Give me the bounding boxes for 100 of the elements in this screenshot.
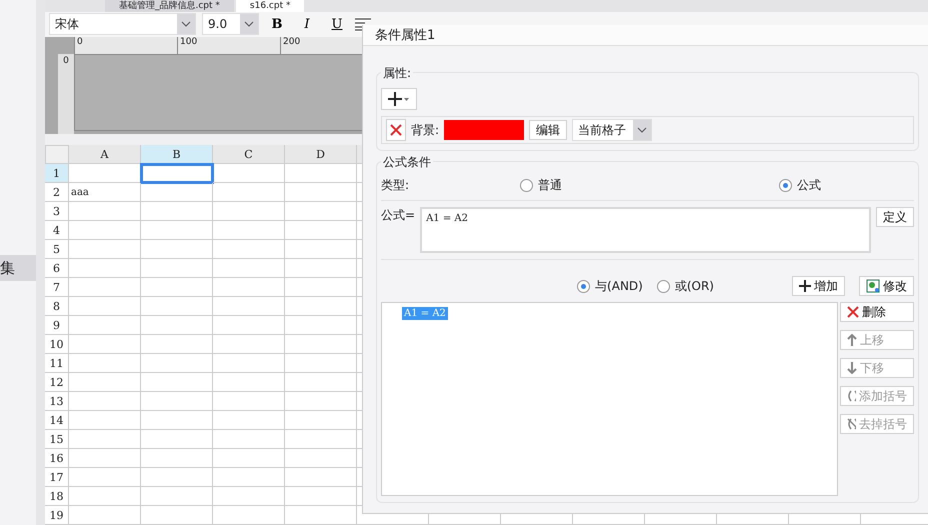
row-header[interactable]: 8 <box>45 297 69 316</box>
table-cell[interactable] <box>69 335 141 354</box>
table-cell[interactable] <box>141 430 213 449</box>
row-header[interactable]: 11 <box>45 354 69 373</box>
table-cell[interactable] <box>213 335 285 354</box>
column-header[interactable]: A <box>69 145 141 164</box>
table-cell[interactable] <box>285 183 357 202</box>
table-cell[interactable] <box>69 259 141 278</box>
table-cell[interactable] <box>213 202 285 221</box>
row-header[interactable]: 4 <box>45 221 69 240</box>
table-cell[interactable] <box>141 392 213 411</box>
table-cell[interactable] <box>69 278 141 297</box>
table-cell[interactable] <box>213 354 285 373</box>
table-cell[interactable] <box>213 259 285 278</box>
define-button[interactable]: 定义 <box>876 207 914 227</box>
table-cell[interactable] <box>69 316 141 335</box>
column-header[interactable]: D <box>285 145 357 164</box>
table-cell[interactable] <box>285 164 357 183</box>
table-cell[interactable] <box>69 411 141 430</box>
table-cell[interactable] <box>141 468 213 487</box>
table-cell[interactable] <box>285 411 357 430</box>
row-header[interactable]: 1 <box>45 164 69 183</box>
logic-radio[interactable]: 或(OR) <box>656 278 714 294</box>
row-header[interactable]: 5 <box>45 240 69 259</box>
file-tab[interactable]: s16.cpt * <box>236 0 304 12</box>
table-cell[interactable] <box>69 297 141 316</box>
table-cell[interactable] <box>141 449 213 468</box>
table-cell[interactable] <box>285 468 357 487</box>
font-size-select[interactable]: 9.0 <box>202 13 259 36</box>
table-cell[interactable] <box>69 487 141 506</box>
table-cell[interactable] <box>213 392 285 411</box>
table-cell[interactable] <box>141 183 213 202</box>
table-cell[interactable] <box>69 221 141 240</box>
table-cell[interactable] <box>285 373 357 392</box>
table-cell[interactable] <box>141 373 213 392</box>
table-cell[interactable] <box>213 240 285 259</box>
table-cell[interactable] <box>69 240 141 259</box>
row-header[interactable]: 14 <box>45 411 69 430</box>
table-cell[interactable] <box>285 202 357 221</box>
table-cell[interactable] <box>69 468 141 487</box>
table-cell[interactable] <box>141 506 213 525</box>
row-header[interactable]: 9 <box>45 316 69 335</box>
row-header[interactable]: 17 <box>45 468 69 487</box>
table-cell[interactable] <box>285 392 357 411</box>
delete-button[interactable]: 删除 <box>840 302 914 322</box>
table-cell[interactable] <box>141 240 213 259</box>
selected-cell[interactable] <box>141 164 213 183</box>
row-header[interactable]: 13 <box>45 392 69 411</box>
table-cell[interactable] <box>213 411 285 430</box>
table-cell[interactable] <box>285 316 357 335</box>
row-header[interactable]: 16 <box>45 449 69 468</box>
type-radio[interactable]: 公式 <box>779 177 821 194</box>
sidebar-item[interactable]: 集 <box>0 255 36 281</box>
row-header[interactable]: 12 <box>45 373 69 392</box>
table-cell[interactable] <box>141 202 213 221</box>
table-cell[interactable] <box>213 487 285 506</box>
table-cell[interactable] <box>285 430 357 449</box>
table-cell[interactable] <box>141 297 213 316</box>
table-cell[interactable] <box>69 392 141 411</box>
row-header[interactable]: 6 <box>45 259 69 278</box>
column-header[interactable]: B <box>141 145 213 164</box>
table-cell[interactable] <box>69 449 141 468</box>
table-cell[interactable] <box>285 240 357 259</box>
add-button[interactable]: 增加 <box>792 276 845 296</box>
column-header[interactable]: C <box>213 145 285 164</box>
table-cell[interactable] <box>141 411 213 430</box>
table-cell[interactable]: aaa <box>69 183 141 202</box>
table-cell[interactable] <box>141 221 213 240</box>
table-cell[interactable] <box>285 506 357 525</box>
italic-button[interactable]: I <box>295 13 319 36</box>
modify-button[interactable]: 修改 <box>859 276 914 296</box>
remove-button[interactable] <box>386 119 406 141</box>
table-cell[interactable] <box>213 430 285 449</box>
file-tab[interactable]: 基础管理_品牌信息.cpt * <box>105 0 234 12</box>
table-cell[interactable] <box>141 487 213 506</box>
table-cell[interactable] <box>285 259 357 278</box>
select-all-corner[interactable] <box>45 145 69 164</box>
add-menu-button[interactable] <box>381 88 417 110</box>
table-cell[interactable] <box>285 449 357 468</box>
table-cell[interactable] <box>285 278 357 297</box>
type-radio[interactable]: 普通 <box>520 177 774 194</box>
scope-select[interactable]: 当前格子 <box>572 119 652 141</box>
table-cell[interactable] <box>69 430 141 449</box>
row-header[interactable]: 15 <box>45 430 69 449</box>
table-cell[interactable] <box>141 335 213 354</box>
table-cell[interactable] <box>213 297 285 316</box>
table-cell[interactable] <box>285 297 357 316</box>
bold-button[interactable]: B <box>265 13 289 36</box>
table-cell[interactable] <box>285 354 357 373</box>
table-cell[interactable] <box>213 183 285 202</box>
table-cell[interactable] <box>285 221 357 240</box>
table-cell[interactable] <box>213 373 285 392</box>
table-cell[interactable] <box>141 316 213 335</box>
underline-button[interactable]: U <box>325 13 349 36</box>
table-cell[interactable] <box>213 164 285 183</box>
font-select[interactable]: 宋体 <box>49 13 196 36</box>
row-header[interactable]: 19 <box>45 506 69 525</box>
table-cell[interactable] <box>213 278 285 297</box>
table-cell[interactable] <box>213 316 285 335</box>
table-cell[interactable] <box>213 506 285 525</box>
